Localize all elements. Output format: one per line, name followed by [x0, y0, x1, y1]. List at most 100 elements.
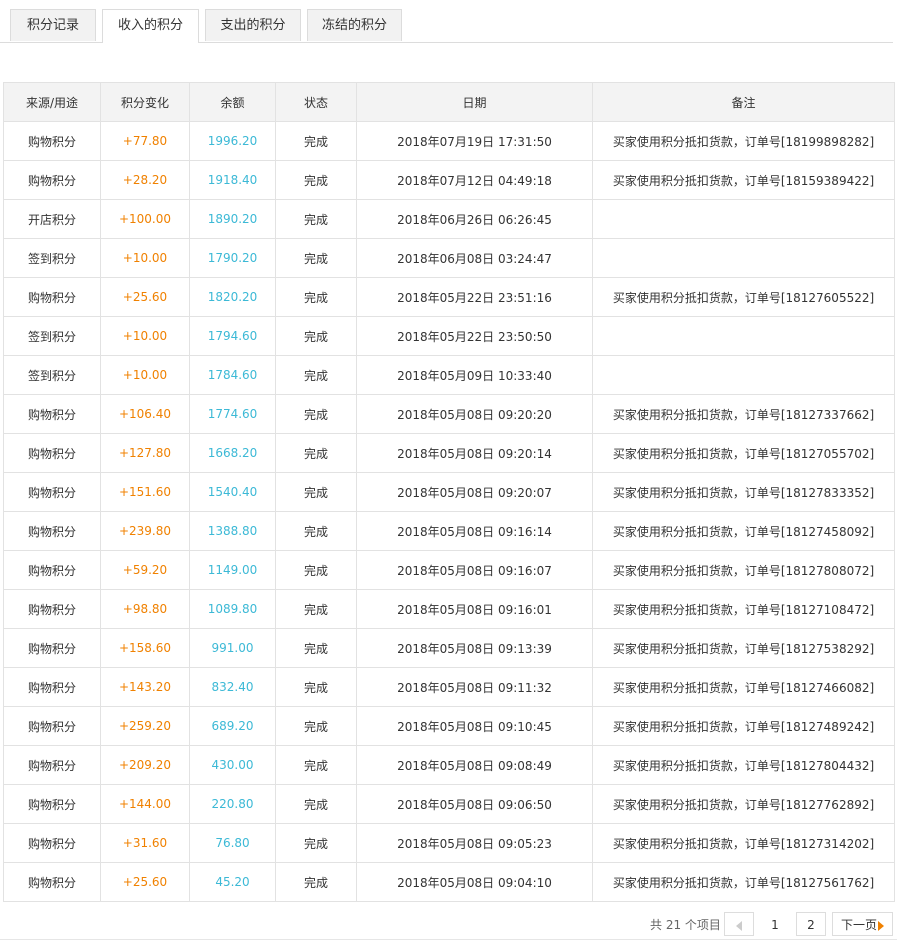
status-cell: 完成	[275, 277, 357, 317]
source-cell: 购物积分	[3, 784, 101, 824]
next-page-button[interactable]: 下一页	[832, 912, 893, 936]
change-cell: +127.80	[100, 433, 190, 473]
tab-bar: 积分记录 收入的积分 支出的积分 冻结的积分	[0, 0, 893, 43]
prev-page-button[interactable]	[724, 912, 754, 936]
status-cell: 完成	[275, 121, 357, 161]
tab-income-points[interactable]: 收入的积分	[102, 9, 199, 43]
note-cell: 买家使用积分抵扣货款，订单号[18127489242]	[592, 706, 895, 746]
note-cell: 买家使用积分抵扣货款，订单号[18127833352]	[592, 472, 895, 512]
note-cell	[592, 199, 895, 239]
note-cell: 买家使用积分抵扣货款，订单号[18127605522]	[592, 277, 895, 317]
column-header-date: 日期	[356, 82, 593, 122]
note-cell: 买家使用积分抵扣货款，订单号[18127466082]	[592, 667, 895, 707]
date-cell: 2018年05月08日 09:13:39	[356, 628, 593, 668]
source-cell: 购物积分	[3, 745, 101, 785]
table-row: 购物积分 +106.40 1774.60 完成 2018年05月08日 09:20:20…	[3, 394, 895, 434]
page-1-button[interactable]: 1	[760, 912, 790, 936]
table-row: 购物积分 +158.60 991.00 完成 2018年05月08日 09:13:39 买…	[3, 628, 895, 668]
status-cell: 完成	[275, 199, 357, 239]
source-cell: 开店积分	[3, 199, 101, 239]
column-header-source: 来源/用途	[3, 82, 101, 122]
status-cell: 完成	[275, 511, 357, 551]
status-cell: 完成	[275, 394, 357, 434]
date-cell: 2018年06月26日 06:26:45	[356, 199, 593, 239]
tab-expense-points[interactable]: 支出的积分	[205, 9, 301, 41]
change-cell: +10.00	[100, 316, 190, 356]
balance-cell: 1540.40	[189, 472, 276, 512]
balance-cell: 689.20	[189, 706, 276, 746]
note-cell	[592, 316, 895, 356]
source-cell: 购物积分	[3, 589, 101, 629]
balance-cell: 1149.00	[189, 550, 276, 590]
pagination-total: 共 21 个项目	[650, 918, 721, 932]
note-cell: 买家使用积分抵扣货款，订单号[18127337662]	[592, 394, 895, 434]
change-cell: +25.60	[100, 277, 190, 317]
date-cell: 2018年05月08日 09:16:01	[356, 589, 593, 629]
note-cell: 买家使用积分抵扣货款，订单号[18127108472]	[592, 589, 895, 629]
tab-frozen-points[interactable]: 冻结的积分	[307, 9, 402, 41]
table-row: 购物积分 +25.60 1820.20 完成 2018年05月22日 23:51:16 买…	[3, 277, 895, 317]
table-row: 购物积分 +98.80 1089.80 完成 2018年05月08日 09:16:01 买…	[3, 589, 895, 629]
source-cell: 购物积分	[3, 667, 101, 707]
balance-cell: 76.80	[189, 823, 276, 863]
note-cell: 买家使用积分抵扣货款，订单号[18127538292]	[592, 628, 895, 668]
source-cell: 签到积分	[3, 238, 101, 278]
tab-points-record[interactable]: 积分记录	[10, 9, 96, 41]
change-cell: +259.20	[100, 706, 190, 746]
note-cell: 买家使用积分抵扣货款，订单号[18127804432]	[592, 745, 895, 785]
balance-cell: 1388.80	[189, 511, 276, 551]
source-cell: 购物积分	[3, 823, 101, 863]
status-cell: 完成	[275, 316, 357, 356]
table-row: 开店积分 +100.00 1890.20 完成 2018年06月26日 06:26:45	[3, 199, 895, 239]
balance-cell: 1668.20	[189, 433, 276, 473]
status-cell: 完成	[275, 628, 357, 668]
change-cell: +144.00	[100, 784, 190, 824]
date-cell: 2018年07月12日 04:49:18	[356, 160, 593, 200]
table-row: 购物积分 +143.20 832.40 完成 2018年05月08日 09:11:32 买…	[3, 667, 895, 707]
column-header-note: 备注	[592, 82, 895, 122]
table-body: 购物积分 +77.80 1996.20 完成 2018年07月19日 17:31:50 买…	[3, 121, 895, 902]
source-cell: 购物积分	[3, 706, 101, 746]
balance-cell: 1820.20	[189, 277, 276, 317]
source-cell: 购物积分	[3, 550, 101, 590]
balance-cell: 220.80	[189, 784, 276, 824]
note-cell: 买家使用积分抵扣货款，订单号[18127458092]	[592, 511, 895, 551]
date-cell: 2018年05月08日 09:08:49	[356, 745, 593, 785]
change-cell: +77.80	[100, 121, 190, 161]
source-cell: 购物积分	[3, 433, 101, 473]
table-row: 购物积分 +77.80 1996.20 完成 2018年07月19日 17:31:50 买…	[3, 121, 895, 161]
table-row: 签到积分 +10.00 1794.60 完成 2018年05月22日 23:50:50	[3, 316, 895, 356]
triangle-left-icon	[736, 920, 742, 931]
table-header-row: 来源/用途 积分变化 余额 状态 日期 备注	[3, 82, 895, 122]
points-table: 来源/用途 积分变化 余额 状态 日期 备注 购物积分 +77.80 1996.20…	[3, 82, 895, 902]
note-cell: 买家使用积分抵扣货款，订单号[18159389422]	[592, 160, 895, 200]
date-cell: 2018年05月22日 23:50:50	[356, 316, 593, 356]
table-row: 购物积分 +28.20 1918.40 完成 2018年07月12日 04:49:18 买…	[3, 160, 895, 200]
column-header-change: 积分变化	[100, 82, 190, 122]
table-row: 购物积分 +151.60 1540.40 完成 2018年05月08日 09:20:07…	[3, 472, 895, 512]
date-cell: 2018年05月08日 09:20:14	[356, 433, 593, 473]
balance-cell: 991.00	[189, 628, 276, 668]
date-cell: 2018年05月08日 09:20:20	[356, 394, 593, 434]
balance-cell: 1794.60	[189, 316, 276, 356]
page-2-button[interactable]: 2	[796, 912, 826, 936]
source-cell: 购物积分	[3, 121, 101, 161]
table-row: 购物积分 +144.00 220.80 完成 2018年05月08日 09:06:50 买…	[3, 784, 895, 824]
balance-cell: 430.00	[189, 745, 276, 785]
balance-cell: 1089.80	[189, 589, 276, 629]
table-row: 购物积分 +259.20 689.20 完成 2018年05月08日 09:10:45 买…	[3, 706, 895, 746]
source-cell: 购物积分	[3, 862, 101, 902]
change-cell: +100.00	[100, 199, 190, 239]
table-row: 购物积分 +25.60 45.20 完成 2018年05月08日 09:04:10 买家使…	[3, 862, 895, 902]
balance-cell: 1784.60	[189, 355, 276, 395]
status-cell: 完成	[275, 823, 357, 863]
balance-cell: 1774.60	[189, 394, 276, 434]
note-cell: 买家使用积分抵扣货款，订单号[18127561762]	[592, 862, 895, 902]
change-cell: +28.20	[100, 160, 190, 200]
date-cell: 2018年05月09日 10:33:40	[356, 355, 593, 395]
status-cell: 完成	[275, 784, 357, 824]
table-row: 购物积分 +209.20 430.00 完成 2018年05月08日 09:08:49 买…	[3, 745, 895, 785]
status-cell: 完成	[275, 589, 357, 629]
date-cell: 2018年05月08日 09:10:45	[356, 706, 593, 746]
column-header-status: 状态	[275, 82, 357, 122]
